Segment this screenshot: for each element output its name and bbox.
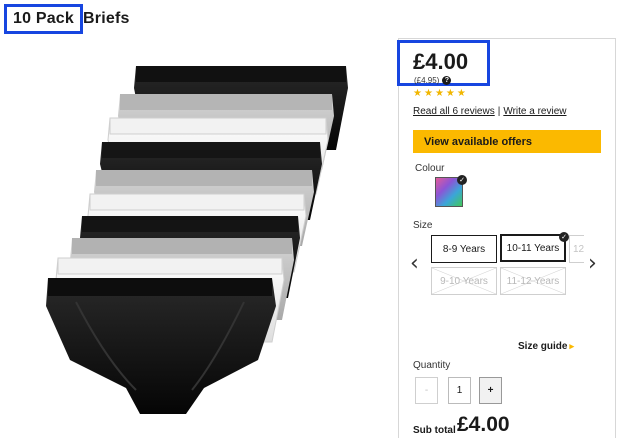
chevron-left-icon[interactable]: ‹ xyxy=(410,253,419,275)
star-icon: ★ xyxy=(413,88,422,99)
size-options: 8-9 Years 10-11 Years 12 9-10 Years 11-1… xyxy=(428,232,584,296)
quantity-increase-button[interactable]: + xyxy=(479,377,502,404)
size-option-8-9-years[interactable]: 8-9 Years xyxy=(431,235,497,263)
review-separator: | xyxy=(497,106,501,117)
star-icon: ★ xyxy=(434,88,444,99)
colour-label: Colour xyxy=(415,163,445,174)
product-title-rest: Briefs xyxy=(83,10,130,27)
view-offers-button[interactable]: View available offers xyxy=(413,130,601,153)
size-option-9-10-years: 9-10 Years xyxy=(431,267,497,295)
subtotal-label: Sub total xyxy=(413,425,456,436)
title-highlight-box: 10 Pack xyxy=(4,4,84,34)
star-icon: ★ xyxy=(445,88,455,99)
rating-stars: ★ ★ ★ ★ ★ xyxy=(413,89,466,99)
price-note-text: (£4.95) xyxy=(414,76,440,85)
read-reviews-link[interactable]: Read all 6 reviews xyxy=(413,106,495,117)
star-icon: ★ xyxy=(456,88,466,99)
help-icon[interactable]: ? xyxy=(442,76,452,85)
chevron-right-icon[interactable]: › xyxy=(588,253,597,275)
product-title-highlight: 10 Pack xyxy=(13,10,75,27)
size-option-10-11-years[interactable]: 10-11 Years xyxy=(500,234,566,262)
quantity-decrease-button[interactable]: - xyxy=(415,377,438,404)
size-label: Size xyxy=(413,220,433,231)
check-icon: ✓ xyxy=(559,232,569,242)
check-icon: ✓ xyxy=(457,175,467,185)
size-option-12[interactable]: 12 xyxy=(569,235,584,263)
size-guide-link[interactable]: Size guide ▸ xyxy=(518,341,574,352)
quantity-input[interactable]: 1 xyxy=(448,377,471,404)
arrow-right-icon: ▸ xyxy=(569,341,574,351)
size-guide-label: Size guide xyxy=(518,341,568,352)
reviews-links: Read all 6 reviews | Write a review xyxy=(413,106,567,117)
size-option-11-12-years: 11-12 Years xyxy=(500,267,566,295)
subtotal-value: £4.00 xyxy=(457,413,510,436)
quantity-label: Quantity xyxy=(413,360,451,371)
product-price: £4.00 xyxy=(413,49,469,74)
star-icon: ★ xyxy=(423,88,433,99)
product-image[interactable] xyxy=(36,60,356,430)
write-review-link[interactable]: Write a review xyxy=(503,106,566,117)
product-title: 10 Pack Briefs xyxy=(4,4,130,34)
price-note: (£4.95) ? xyxy=(414,76,452,85)
